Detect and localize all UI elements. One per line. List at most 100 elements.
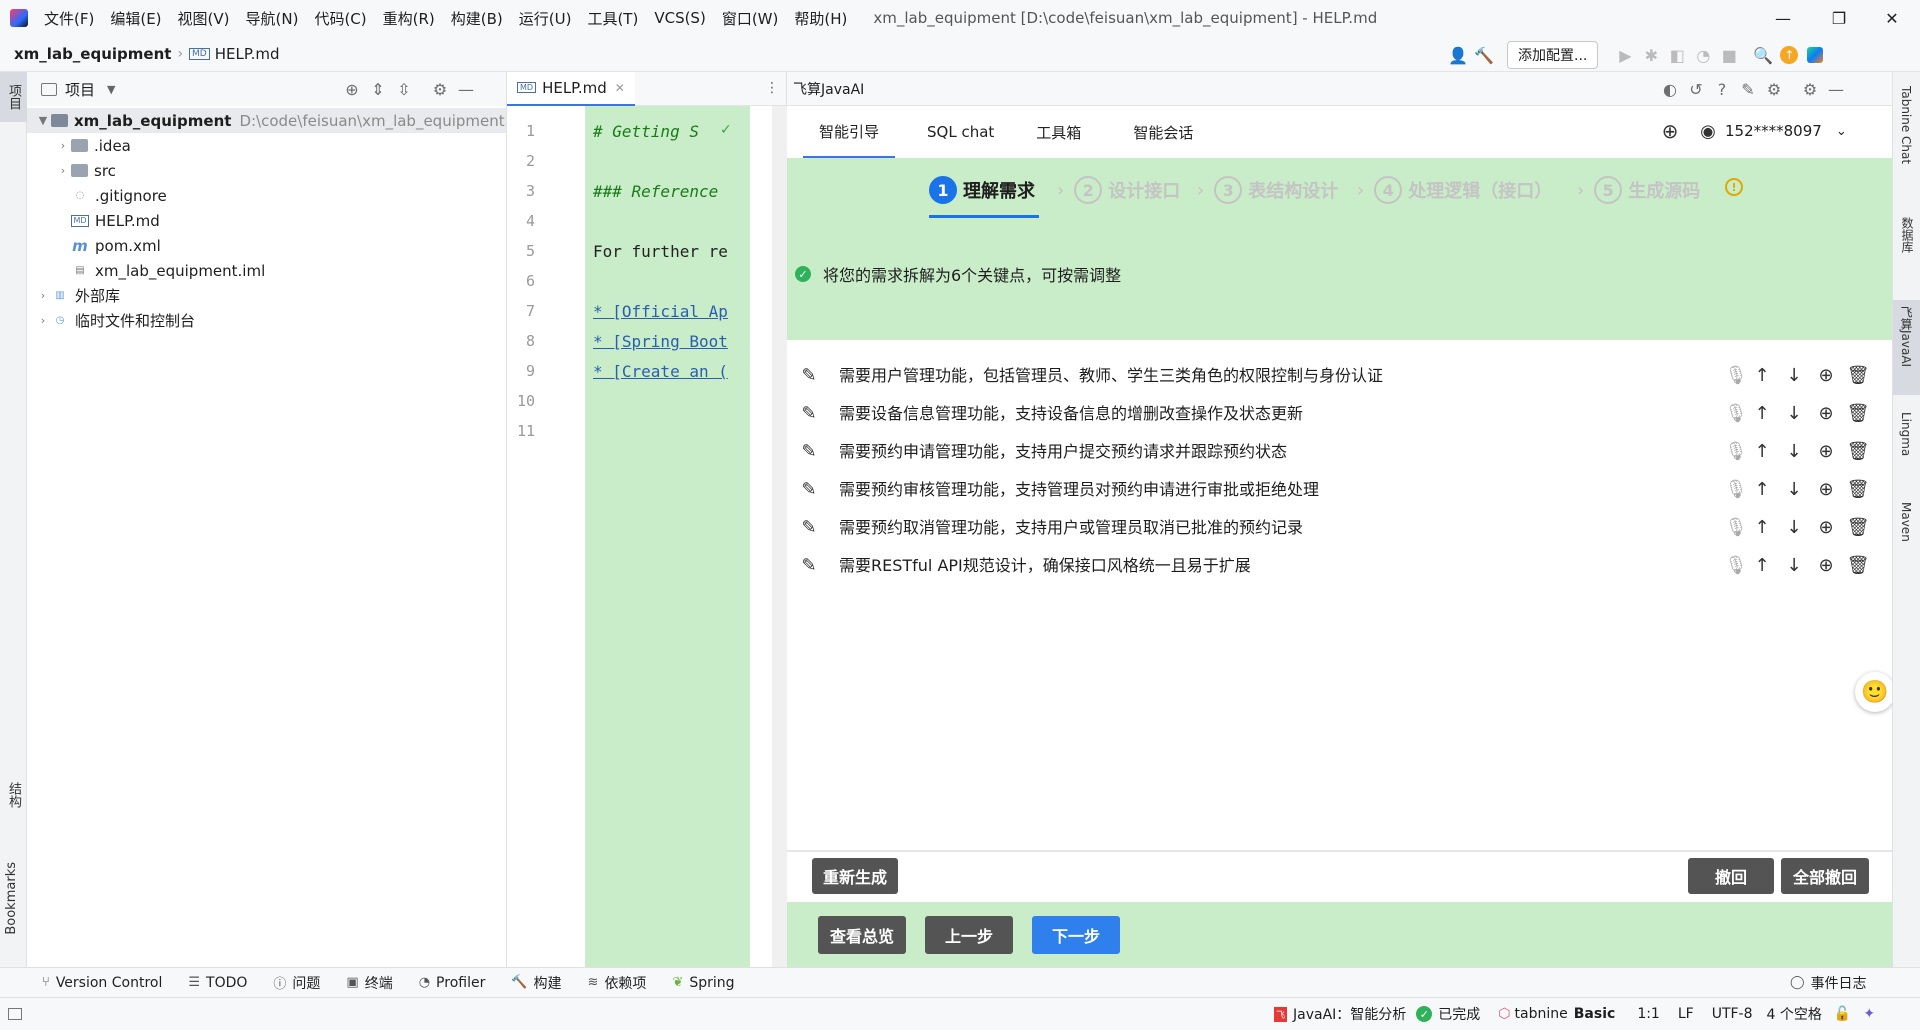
- menu-build[interactable]: 构建(B): [443, 8, 511, 29]
- tree-item-idea[interactable]: › .idea: [27, 133, 506, 158]
- layout-icon[interactable]: [8, 1008, 22, 1020]
- microphone-icon[interactable]: 🎙: [1724, 515, 1748, 539]
- tree-item-gitignore[interactable]: ◌ .gitignore: [27, 183, 506, 208]
- menu-edit[interactable]: 编辑(E): [102, 8, 169, 29]
- add-icon[interactable]: ⊕: [1814, 553, 1838, 577]
- structure-tool-button[interactable]: 结构: [4, 782, 23, 812]
- build-hammer-icon[interactable]: 🔨: [1471, 42, 1497, 68]
- arrow-up-icon[interactable]: ↑: [1750, 363, 1774, 387]
- gear-icon[interactable]: ⚙: [427, 76, 453, 102]
- trash-icon[interactable]: 🗑: [1846, 515, 1870, 539]
- tree-item-scratches[interactable]: › ◷ 临时文件和控制台: [27, 308, 506, 333]
- gear-icon[interactable]: ⚙: [1797, 76, 1823, 102]
- step-5[interactable]: › 5 生成源码: [1577, 176, 1700, 204]
- microphone-icon[interactable]: 🎙: [1724, 401, 1748, 425]
- undo-all-button[interactable]: 全部撤回: [1781, 858, 1869, 894]
- settings-icon[interactable]: ⚙: [1761, 76, 1787, 102]
- editor-scrollbar[interactable]: [772, 106, 787, 967]
- chevron-down-icon[interactable]: ⌄: [1836, 124, 1847, 139]
- jetbrains-logo-icon[interactable]: [1802, 42, 1828, 68]
- menu-refactor[interactable]: 重构(R): [375, 8, 443, 29]
- breadcrumb-file[interactable]: HELP.md: [215, 45, 280, 63]
- tree-item-iml[interactable]: ▤ xm_lab_equipment.iml: [27, 258, 506, 283]
- database-tool-button[interactable]: 数据库: [1899, 217, 1916, 257]
- editor-tab-help-md[interactable]: MD HELP.md ✕: [507, 71, 635, 106]
- arrow-down-icon[interactable]: ↓: [1782, 515, 1806, 539]
- undo-button[interactable]: 撤回: [1688, 858, 1774, 894]
- arrow-down-icon[interactable]: ↓: [1782, 401, 1806, 425]
- trash-icon[interactable]: 🗑: [1846, 401, 1870, 425]
- tree-root[interactable]: ▼ xm_lab_equipment D:\code\feisuan\xm_la…: [27, 108, 506, 133]
- hide-panel-icon[interactable]: —: [1823, 76, 1849, 102]
- search-icon[interactable]: 🔍: [1750, 42, 1776, 68]
- menu-navigate[interactable]: 导航(N): [238, 8, 307, 29]
- arrow-up-icon[interactable]: ↑: [1750, 515, 1774, 539]
- build-tool[interactable]: 🔨 构建: [511, 973, 561, 993]
- profile-icon[interactable]: ◔: [1690, 42, 1716, 68]
- arrow-up-icon[interactable]: ↑: [1750, 553, 1774, 577]
- arrow-up-icon[interactable]: ↑: [1750, 477, 1774, 501]
- menu-view[interactable]: 视图(V): [170, 8, 238, 29]
- add-icon[interactable]: ⊕: [1814, 401, 1838, 425]
- requirement-text[interactable]: 需要预约申请管理功能，支持用户提交预约请求并跟踪预约状态: [829, 436, 1722, 467]
- add-icon[interactable]: ⊕: [1814, 363, 1838, 387]
- requirement-text[interactable]: 需要预约审核管理功能，支持管理员对预约申请进行审批或拒绝处理: [829, 474, 1722, 505]
- tabnine-brand[interactable]: tabnine: [1515, 1006, 1568, 1022]
- spring-tool[interactable]: ❦ Spring: [672, 975, 734, 991]
- trash-icon[interactable]: 🗑: [1846, 477, 1870, 501]
- line-separator[interactable]: LF: [1678, 1006, 1694, 1022]
- debug-icon[interactable]: ✱: [1638, 42, 1664, 68]
- tree-item-src[interactable]: › src: [27, 158, 506, 183]
- add-icon[interactable]: ⊕: [1657, 118, 1683, 144]
- requirement-text[interactable]: 需要用户管理功能，包括管理员、教师、学生三类角色的权限控制与身份认证: [829, 360, 1722, 391]
- more-options-icon[interactable]: ⋮: [765, 80, 779, 96]
- chevron-right-icon[interactable]: ›: [35, 289, 51, 302]
- chevron-down-icon[interactable]: ▼: [107, 83, 115, 96]
- menu-file[interactable]: 文件(F): [36, 8, 102, 29]
- edit-icon[interactable]: ✎: [1735, 76, 1761, 102]
- profiler-tool[interactable]: ◔ Profiler: [419, 975, 486, 991]
- edit-icon[interactable]: ✎: [797, 439, 821, 463]
- overview-button[interactable]: 查看总览: [818, 916, 906, 954]
- microphone-icon[interactable]: 🎙: [1724, 363, 1748, 387]
- close-button[interactable]: ✕: [1864, 0, 1920, 36]
- tree-item-external-libraries[interactable]: › ▥ 外部库: [27, 283, 506, 308]
- step-2[interactable]: › 2 设计接口: [1057, 176, 1180, 204]
- javaai-status[interactable]: JavaAI：智能分析: [1293, 1004, 1406, 1024]
- todo-tool[interactable]: ☰ TODO: [188, 975, 247, 991]
- add-icon[interactable]: ⊕: [1814, 477, 1838, 501]
- trash-icon[interactable]: 🗑: [1846, 363, 1870, 387]
- event-log-tool[interactable]: ◯ 事件日志: [1790, 973, 1867, 993]
- breadcrumb-project[interactable]: xm_lab_equipment: [14, 45, 171, 63]
- file-encoding[interactable]: UTF-8: [1712, 1006, 1753, 1022]
- info-icon[interactable]: !: [1725, 178, 1743, 196]
- chevron-right-icon[interactable]: ›: [55, 164, 71, 177]
- menu-vcs[interactable]: VCS(S): [646, 9, 713, 27]
- javaai-tool-button[interactable]: 飞算JavaAI: [1893, 300, 1920, 395]
- history-icon[interactable]: ↺: [1683, 76, 1709, 102]
- edit-icon[interactable]: ✎: [797, 553, 821, 577]
- step-1[interactable]: 1 理解需求: [929, 176, 1035, 204]
- stop-icon[interactable]: ■: [1716, 42, 1742, 68]
- regenerate-button[interactable]: 重新生成: [812, 858, 898, 894]
- next-step-button[interactable]: 下一步: [1032, 916, 1120, 954]
- minimize-button[interactable]: —: [1755, 0, 1811, 36]
- requirement-text[interactable]: 需要设备信息管理功能，支持设备信息的增删改查操作及状态更新: [829, 398, 1722, 429]
- add-icon[interactable]: ⊕: [1814, 439, 1838, 463]
- close-icon[interactable]: ✕: [615, 81, 625, 95]
- maximize-button[interactable]: ❐: [1811, 0, 1867, 36]
- palette-icon[interactable]: ◐: [1657, 76, 1683, 102]
- requirement-text[interactable]: 需要RESTful API规范设计，确保接口风格统一且易于扩展: [829, 550, 1722, 581]
- lock-icon[interactable]: 🔓: [1834, 1006, 1851, 1022]
- microphone-icon[interactable]: 🎙: [1724, 439, 1748, 463]
- indent-setting[interactable]: 4 个空格: [1767, 1004, 1822, 1024]
- menu-help[interactable]: 帮助(H): [786, 8, 855, 29]
- menu-run[interactable]: 运行(U): [511, 8, 580, 29]
- tab-smart-chat[interactable]: 智能会话: [1133, 106, 1193, 158]
- caret-position[interactable]: 1:1: [1637, 1006, 1660, 1022]
- chevron-right-icon[interactable]: ›: [55, 139, 71, 152]
- tab-sql-chat[interactable]: SQL chat: [927, 106, 994, 158]
- tab-toolbox[interactable]: 工具箱: [1036, 106, 1081, 158]
- edit-icon[interactable]: ✎: [797, 363, 821, 387]
- edit-icon[interactable]: ✎: [797, 515, 821, 539]
